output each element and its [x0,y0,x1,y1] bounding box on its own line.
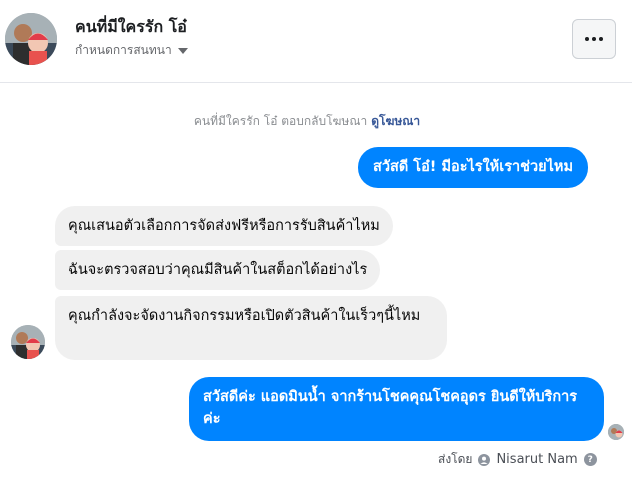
caret-down-icon [177,47,188,54]
contact-name: คนที่มีใครรัก โอ๋ [75,17,187,36]
sent-by-label: ส่งโดย [438,452,473,466]
ad-reply-notice: คนที่มีใครรัก โอ๋ ตอบกลับโฆษณา ดูโฆษณา [0,112,614,131]
message-bubble-incoming[interactable]: คุณเสนอตัวเลือกการจัดส่งฟรีหรือการรับสิน… [55,206,393,246]
view-ad-link[interactable]: ดูโฆษณา [371,114,420,128]
conversation-settings-label: กำหนดการสนทนา [75,43,172,57]
message-bubble-outgoing[interactable]: สวัสดีค่ะ แอดมินน้ำ จากร้านโชคคุณโชคอุดร… [189,377,604,441]
help-icon[interactable]: ? [583,453,597,466]
message-bubble-incoming[interactable]: ฉันจะตรวจสอบว่าคุณมีสินค้าในสต็อกได้อย่า… [55,250,381,290]
contact-avatar[interactable] [5,13,57,65]
conversation-settings-dropdown[interactable]: กำหนดการสนทนา [75,41,188,60]
sender-name: Nisarut Nam [496,452,578,467]
ad-reply-text: คนที่มีใครรัก โอ๋ ตอบกลับโฆษณา [193,114,368,128]
ellipsis-icon [585,37,603,41]
more-options-button[interactable] [572,19,616,59]
message-bubble-outgoing[interactable]: สวัสดี โอ๋! มีอะไรให้เราช่วยไหม [358,147,589,188]
message-bubble-incoming[interactable]: คุณกำลังจะจัดงานกิจกรรมหรือเปิดตัวสินค้า… [55,296,447,360]
user-icon [478,453,491,466]
read-receipt-avatar [608,424,624,440]
conversation-header: คนที่มีใครรัก โอ๋ กำหนดการสนทนา [0,0,632,83]
sender-avatar[interactable] [11,325,45,359]
sent-by-info: ส่งโดย Nisarut Nam ? [438,450,597,469]
